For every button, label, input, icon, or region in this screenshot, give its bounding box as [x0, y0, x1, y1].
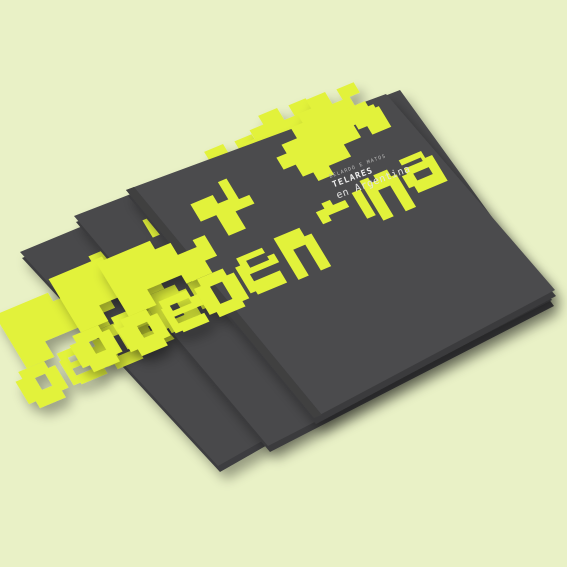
booklet-stack-photo: BELARDO E MATOS TELARES en Argentina: [0, 0, 567, 567]
photo-canvas: BELARDO E MATOS TELARES en Argentina: [0, 0, 567, 567]
